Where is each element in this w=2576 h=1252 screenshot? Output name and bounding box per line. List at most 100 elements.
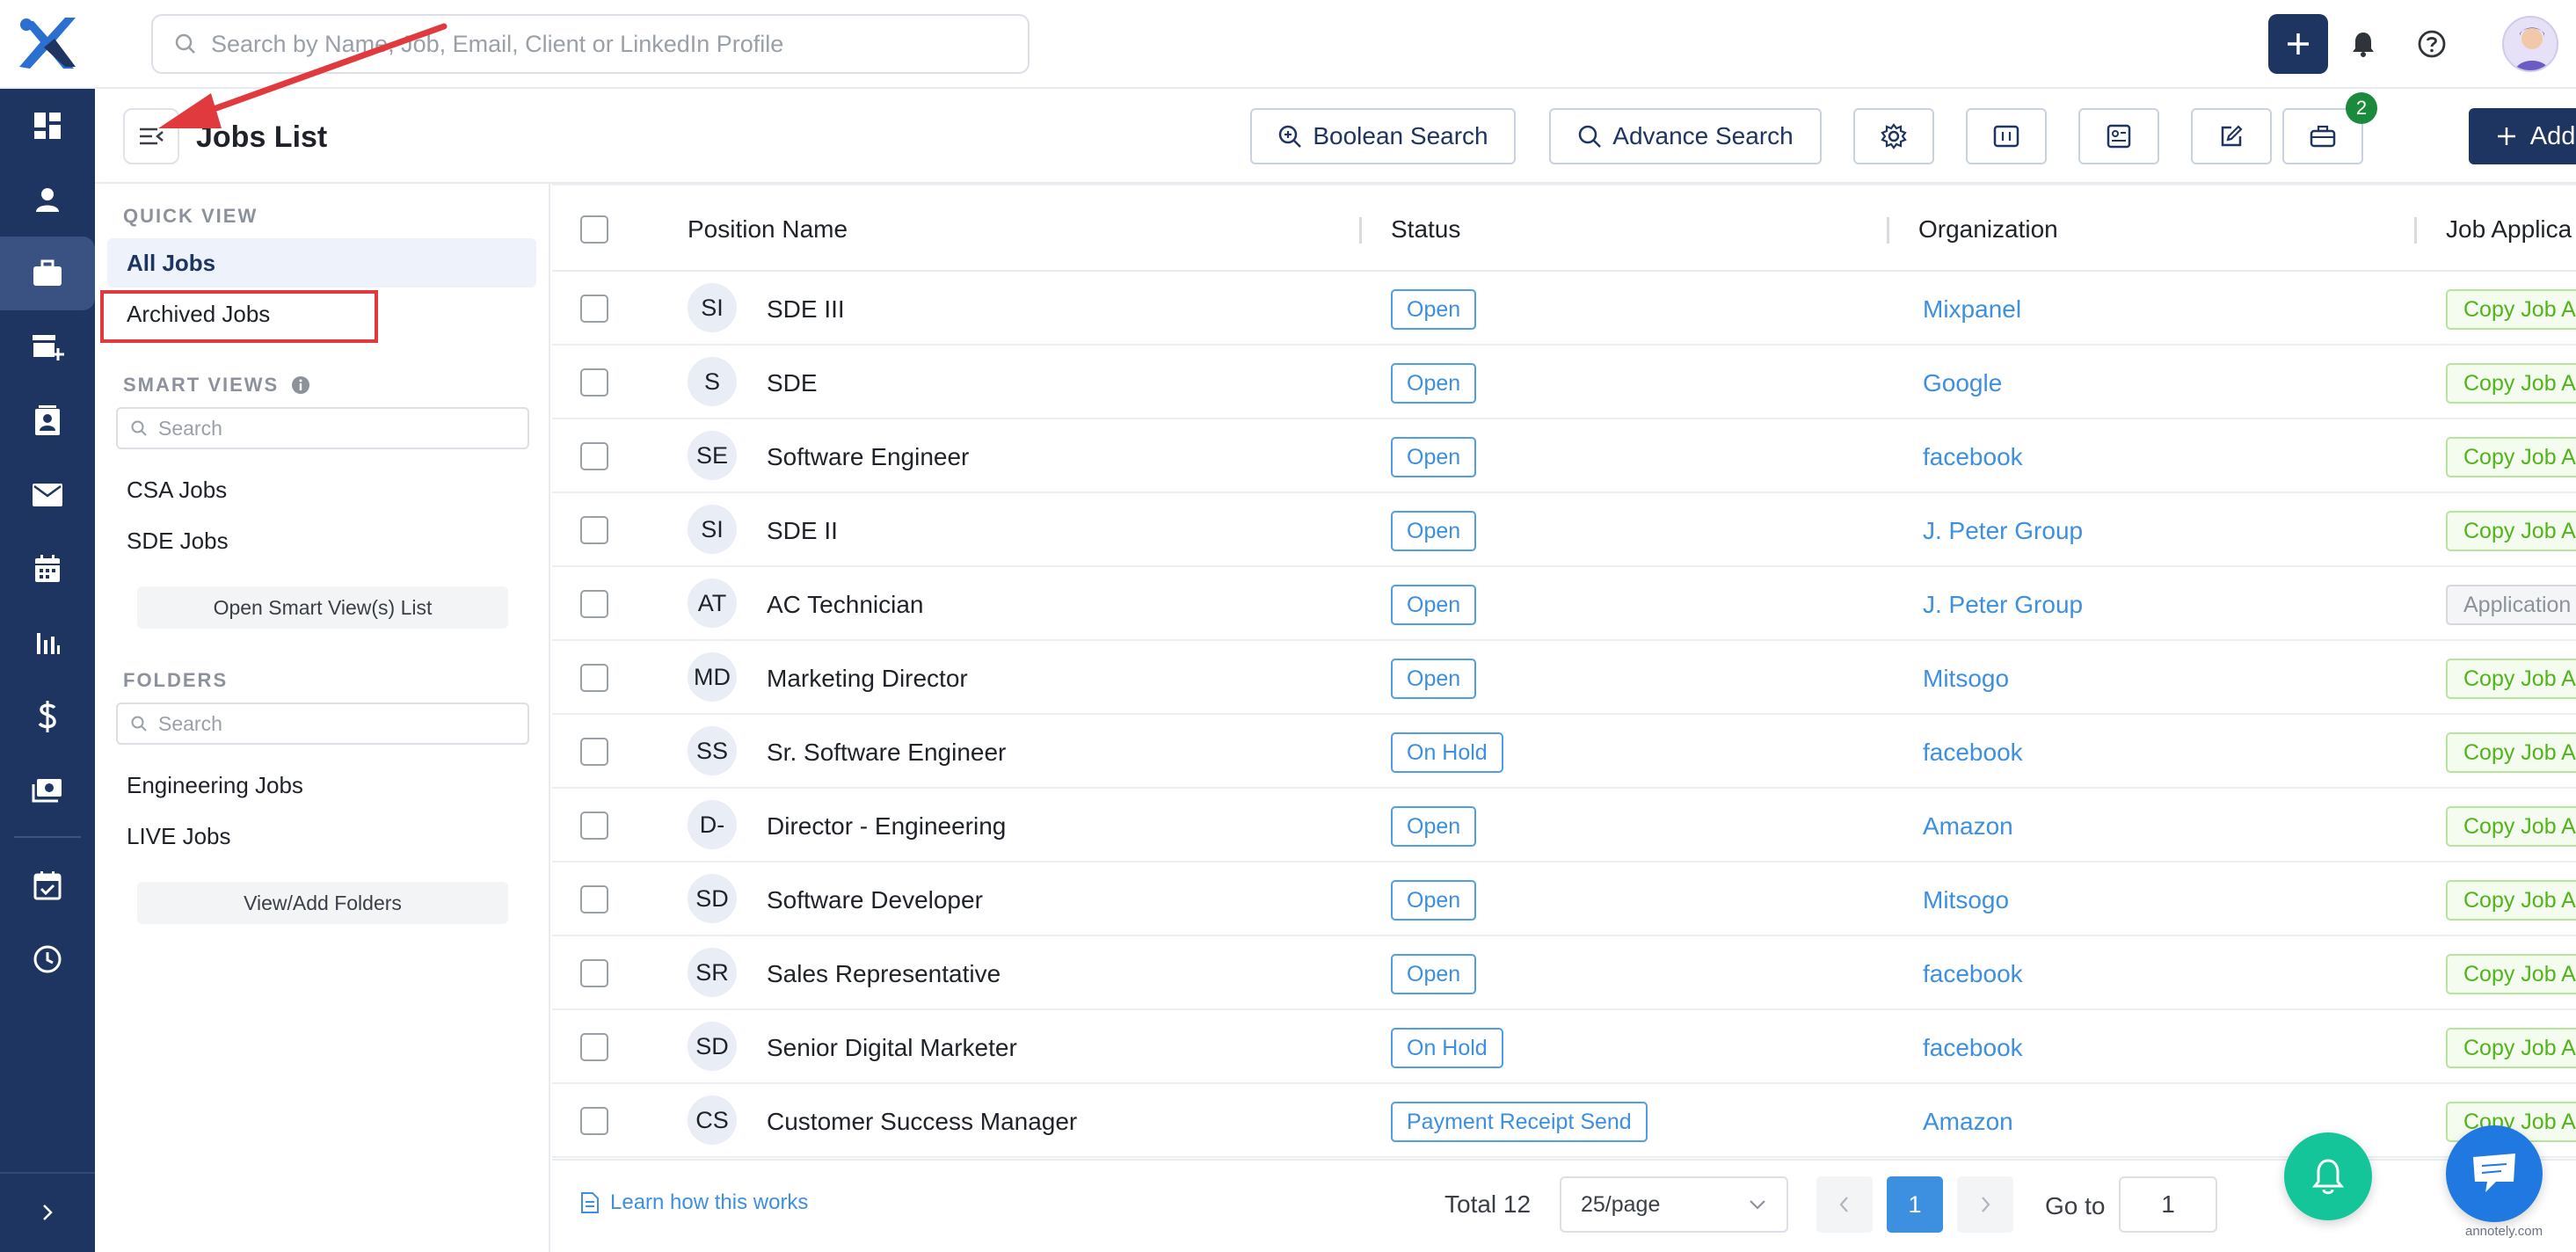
select-all-checkbox[interactable] [580,215,608,244]
organization-link[interactable]: J. Peter Group [1923,591,2083,619]
row-checkbox[interactable] [580,516,608,544]
position-name[interactable]: Director - Engineering [767,812,1006,841]
boolean-search-button[interactable]: Boolean Search [1250,108,1516,164]
organization-link[interactable]: facebook [1923,443,2023,471]
table-row[interactable]: SS Sr. Software Engineer On Hold faceboo… [552,715,2576,789]
copy-job-application-button[interactable]: Copy Job A [2446,363,2576,404]
prev-page-button[interactable] [1816,1176,1873,1233]
add-job-button[interactable]: Add Job [2469,108,2576,164]
column-header-status[interactable]: Status [1391,215,1460,244]
column-resizer[interactable] [1359,217,1362,244]
status-badge[interactable]: Payment Receipt Send [1391,1102,1648,1142]
organization-link[interactable]: facebook [1923,960,2023,988]
position-name[interactable]: SDE [767,369,818,397]
table-row[interactable]: AT AC Technician Open J. Peter Group App… [552,567,2576,641]
nav-clients[interactable] [0,310,95,384]
smart-views-search-input[interactable]: Search [116,407,529,449]
page-number-button[interactable]: 1 [1887,1176,1943,1233]
column-header-organization[interactable]: Organization [1918,215,2058,244]
column-resizer[interactable] [2414,217,2417,244]
nav-candidates[interactable] [0,163,95,237]
position-name[interactable]: AC Technician [767,591,923,619]
status-badge[interactable]: Open [1391,880,1477,921]
nav-tasks[interactable] [0,848,95,922]
nav-activity[interactable] [0,922,95,996]
status-badge[interactable]: Open [1391,289,1477,330]
row-checkbox[interactable] [580,442,608,470]
organization-link[interactable]: J. Peter Group [1923,517,2083,545]
app-logo[interactable] [14,12,81,76]
table-row[interactable]: D- Director - Engineering Open Amazon Co… [552,789,2576,863]
row-checkbox[interactable] [580,738,608,766]
edit-button[interactable] [2191,108,2272,164]
organization-link[interactable]: Amazon [1923,812,2013,841]
copy-job-application-button[interactable]: Copy Job A [2446,954,2576,994]
status-badge[interactable]: Open [1391,511,1477,551]
copy-job-application-button[interactable]: Copy Job A [2446,732,2576,773]
status-badge[interactable]: Open [1391,806,1477,847]
global-search-input[interactable]: Search by Name, Job, Email, Client or Li… [151,14,1030,74]
position-name[interactable]: SDE III [767,295,845,324]
table-row[interactable]: SD Software Developer Open Mitsogo Copy … [552,863,2576,936]
row-checkbox[interactable] [580,959,608,987]
table-row[interactable]: S SDE Open Google Copy Job A [552,346,2576,419]
nav-contacts[interactable] [0,384,95,458]
copy-job-application-button[interactable]: Copy Job A [2446,880,2576,921]
notifications-button[interactable] [2333,14,2393,74]
status-badge[interactable]: Open [1391,585,1477,625]
row-checkbox[interactable] [580,1107,608,1135]
nav-jobs[interactable] [0,237,95,310]
goto-page-input[interactable]: 1 [2119,1176,2217,1233]
view-add-folders-button[interactable]: View/Add Folders [137,882,508,924]
copy-job-application-button[interactable]: Copy Job A [2446,659,2576,699]
columns-button[interactable] [1966,108,2047,164]
all-jobs-item[interactable]: All Jobs [107,238,536,288]
info-icon[interactable] [291,375,310,395]
table-row[interactable]: MD Marketing Director Open Mitsogo Copy … [552,641,2576,715]
organization-link[interactable]: Amazon [1923,1108,2013,1136]
table-row[interactable]: SD Senior Digital Marketer On Hold faceb… [552,1010,2576,1084]
nav-mail[interactable] [0,458,95,532]
column-header-application[interactable]: Job Applica [2446,215,2572,244]
advance-search-button[interactable]: Advance Search [1549,108,1822,164]
smart-view-item[interactable]: SDE Jobs [107,516,536,565]
organization-link[interactable]: Mitsogo [1923,886,2009,914]
status-badge[interactable]: Open [1391,363,1477,404]
row-checkbox[interactable] [580,812,608,840]
chat-fab-button[interactable] [2446,1125,2543,1222]
page-size-select[interactable]: 25/page [1560,1176,1788,1233]
status-badge[interactable]: Open [1391,954,1477,994]
organization-link[interactable]: Mixpanel [1923,295,2021,324]
organization-link[interactable]: facebook [1923,1034,2023,1062]
next-page-button[interactable] [1957,1176,2013,1233]
column-resizer[interactable] [1887,217,1889,244]
help-button[interactable] [2402,14,2462,74]
smart-view-item[interactable]: CSA Jobs [107,465,536,514]
position-name[interactable]: SDE II [767,517,838,545]
table-row[interactable]: CS Customer Success Manager Payment Rece… [552,1084,2576,1158]
nav-expand-button[interactable] [0,1172,95,1251]
status-badge[interactable]: Open [1391,437,1477,477]
copy-job-application-button[interactable]: Copy Job A [2446,437,2576,477]
folders-search-input[interactable]: Search [116,702,529,745]
position-name[interactable]: Sales Representative [767,960,1001,988]
settings-button[interactable] [1853,108,1934,164]
row-checkbox[interactable] [580,1033,608,1061]
copy-job-application-button[interactable]: Copy Job A [2446,806,2576,847]
row-checkbox[interactable] [580,295,608,323]
organization-link[interactable]: facebook [1923,739,2023,767]
row-checkbox[interactable] [580,885,608,914]
position-name[interactable]: Marketing Director [767,665,968,693]
position-name[interactable]: Senior Digital Marketer [767,1034,1017,1062]
row-checkbox[interactable] [580,590,608,618]
copy-job-application-button[interactable]: Copy Job A [2446,1028,2576,1068]
archived-jobs-item[interactable]: Archived Jobs [107,289,536,338]
nav-payments[interactable] [0,753,95,827]
folder-item[interactable]: Engineering Jobs [107,761,536,810]
quick-add-button[interactable] [2268,14,2328,74]
nav-reports[interactable] [0,606,95,680]
learn-how-link[interactable]: Learn how this works [580,1190,808,1215]
status-badge[interactable]: On Hold [1391,732,1503,773]
position-name[interactable]: Sr. Software Engineer [767,739,1006,767]
organization-link[interactable]: Mitsogo [1923,665,2009,693]
